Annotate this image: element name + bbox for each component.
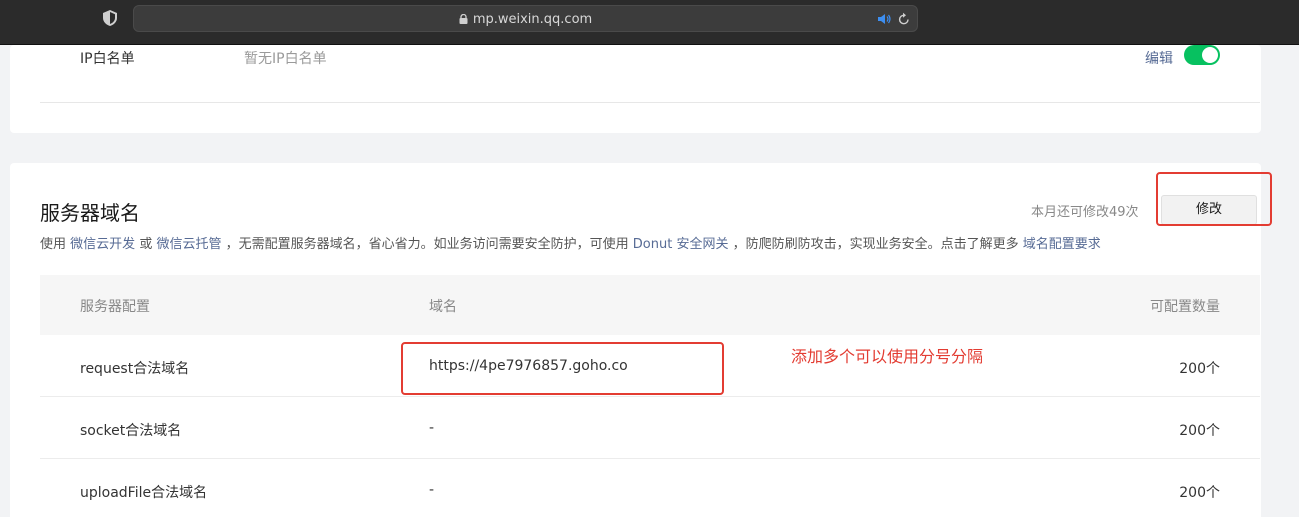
table-row: uploadFile合法域名 - 200个 xyxy=(40,459,1260,517)
link-wechat-cloud-dev[interactable]: 微信云开发 xyxy=(70,237,135,252)
remaining-changes-text: 本月还可修改49次 xyxy=(1031,205,1139,220)
reload-icon[interactable] xyxy=(898,12,910,26)
table-header: 服务器配置 域名 可配置数量 xyxy=(40,275,1260,335)
server-domain-table: 服务器配置 域名 可配置数量 request合法域名 https://4pe79… xyxy=(40,275,1260,517)
url-text: mp.weixin.qq.com xyxy=(472,12,593,27)
desc-text: 或 xyxy=(139,237,153,252)
server-domain-card: 服务器域名 本月还可修改49次 修改 使用 微信云开发 或 微信云托管 ，无需配… xyxy=(10,163,1272,517)
header-domain: 域名 xyxy=(429,299,457,315)
table-row: socket合法域名 - 200个 xyxy=(40,397,1260,459)
row-config-name: request合法域名 xyxy=(80,361,190,377)
row-quota: 200个 xyxy=(1179,485,1220,501)
header-server-config: 服务器配置 xyxy=(80,299,150,315)
desc-text: ，防爬防刷防攻击，实现业务安全。点击了解更多 xyxy=(732,237,1019,252)
ip-whitelist-value: 暂无IP白名单 xyxy=(244,51,327,67)
lock-icon xyxy=(459,14,468,24)
row-domain-value: - xyxy=(429,420,435,436)
ip-whitelist-card: IP白名单 暂无IP白名单 编辑 xyxy=(10,45,1261,133)
modify-button[interactable]: 修改 xyxy=(1161,195,1257,225)
address-bar[interactable]: mp.weixin.qq.com xyxy=(133,5,918,32)
annotation-note: 添加多个可以使用分号分隔 xyxy=(791,347,984,366)
header-quota: 可配置数量 xyxy=(1150,299,1220,315)
table-row: request合法域名 https://4pe7976857.goho.co 2… xyxy=(40,335,1260,397)
row-domain-value: - xyxy=(429,482,435,498)
desc-text: 使用 xyxy=(40,237,67,252)
ip-whitelist-toggle[interactable] xyxy=(1184,45,1220,65)
desc-text: ，无需配置服务器域名，省心省力。如业务访问需要安全防护，可使用 xyxy=(225,237,629,252)
row-config-name: uploadFile合法域名 xyxy=(80,485,208,501)
toggle-knob xyxy=(1202,47,1218,63)
row-domain-value: https://4pe7976857.goho.co xyxy=(429,358,628,374)
ip-whitelist-edit-link[interactable]: 编辑 xyxy=(1145,48,1173,68)
browser-toolbar: mp.weixin.qq.com xyxy=(0,0,1299,45)
divider xyxy=(40,102,1260,103)
row-quota: 200个 xyxy=(1179,423,1220,439)
link-wechat-cloud-hosting[interactable]: 微信云托管 xyxy=(156,237,221,252)
shield-icon[interactable] xyxy=(103,10,117,26)
section-description: 使用 微信云开发 或 微信云托管 ，无需配置服务器域名，省心省力。如业务访问需要… xyxy=(40,233,1101,252)
row-quota: 200个 xyxy=(1179,361,1220,377)
section-title: 服务器域名 xyxy=(40,201,140,225)
speaker-icon[interactable] xyxy=(878,13,891,25)
row-config-name: socket合法域名 xyxy=(80,423,182,439)
ip-whitelist-label: IP白名单 xyxy=(80,51,135,67)
link-donut-gateway[interactable]: Donut 安全网关 xyxy=(633,237,729,252)
link-domain-requirements[interactable]: 域名配置要求 xyxy=(1023,237,1101,252)
